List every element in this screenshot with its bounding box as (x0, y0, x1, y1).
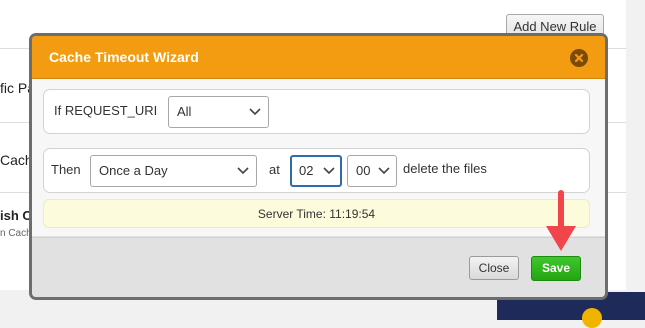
bg-row-label: Cach (0, 152, 33, 168)
minute-select-value: 00 (356, 163, 371, 178)
chevron-down-icon (249, 108, 261, 116)
red-arrow-icon (546, 190, 576, 251)
close-icon[interactable] (570, 49, 588, 67)
request-uri-select[interactable]: All (168, 96, 269, 128)
server-time-text: Server Time: 11:19:54 (257, 207, 376, 221)
save-button[interactable]: Save (531, 256, 581, 281)
chevron-down-icon (323, 167, 335, 175)
at-label: at (269, 162, 280, 177)
schedule-row: Then Once a Day at 02 00 delete the file… (43, 148, 590, 193)
bg-banner-icon (582, 308, 602, 328)
dialog-footer: Close Save (32, 237, 605, 297)
frequency-select-value: Once a Day (99, 163, 168, 178)
minute-select[interactable]: 00 (347, 155, 397, 187)
then-label: Then (51, 162, 81, 177)
delete-files-label: delete the files (403, 161, 487, 176)
chevron-down-icon (237, 167, 249, 175)
close-button[interactable]: Close (469, 256, 519, 280)
chevron-down-icon (378, 167, 390, 175)
dialog-body: If REQUEST_URI All Then Once a Day at 02 (32, 79, 605, 236)
dialog-title: Cache Timeout Wizard (49, 49, 199, 65)
uri-condition-row: If REQUEST_URI All (43, 89, 590, 134)
request-uri-select-value: All (177, 104, 192, 119)
server-time-bar: Server Time: 11:19:54 (43, 199, 590, 228)
frequency-select[interactable]: Once a Day (90, 155, 257, 187)
hour-select[interactable]: 02 (290, 155, 342, 187)
cache-timeout-dialog: Cache Timeout Wizard If REQUEST_URI All … (29, 33, 608, 300)
if-request-uri-label: If REQUEST_URI (54, 103, 158, 118)
hour-select-value: 02 (299, 163, 314, 178)
dialog-header: Cache Timeout Wizard (32, 36, 605, 79)
